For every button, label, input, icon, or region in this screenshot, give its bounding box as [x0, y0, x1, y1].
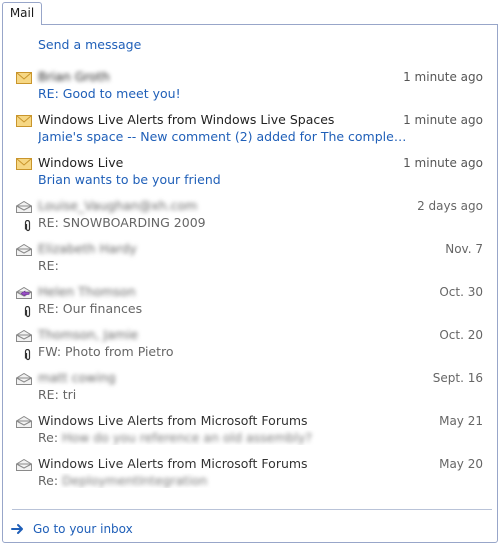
message-sender: Windows Live Alerts from Microsoft Forum… — [38, 456, 308, 471]
attachment-icon — [24, 306, 31, 318]
envelope-open-icon — [16, 459, 32, 471]
envelope-open-icon — [16, 416, 32, 428]
message-item[interactable]: matt cowing RE: tri Sept. 16 — [3, 370, 497, 410]
message-time: 1 minute ago — [403, 156, 483, 170]
message-sender: Windows Live — [38, 155, 124, 170]
message-item[interactable]: Thomson, Jamie FW: Photo from Pietro Oct… — [3, 327, 497, 367]
message-sender: Brian Groth — [38, 69, 110, 84]
message-sender: Windows Live Alerts from Windows Live Sp… — [38, 112, 335, 127]
message-time: May 21 — [439, 414, 483, 428]
message-sender: Elizabeth Hardy — [38, 241, 137, 256]
message-item[interactable]: Windows Live Alerts from Microsoft Forum… — [3, 413, 497, 453]
message-time: May 20 — [439, 457, 483, 471]
message-subject: RE: tri — [38, 387, 77, 402]
message-sender: matt cowing — [38, 370, 116, 385]
message-subject: RE: Our finances — [38, 301, 143, 316]
message-sender: Helen Thomson — [38, 284, 136, 299]
go-to-inbox-link[interactable]: Go to your inbox — [11, 521, 133, 537]
attachment-icon — [24, 349, 31, 361]
message-time: Sept. 16 — [432, 371, 483, 385]
envelope-open-icon — [16, 201, 32, 213]
message-sender: Louise_Vaughan@xh.com — [38, 198, 198, 213]
subject-rest: How do you reference an old assembly? — [62, 430, 312, 445]
message-item[interactable]: Louise_Vaughan@xh.com RE: SNOWBOARDING 2… — [3, 198, 497, 238]
envelope-open-icon — [16, 244, 32, 256]
message-item[interactable]: Windows Live Alerts from Windows Live Sp… — [3, 112, 497, 152]
message-subject: FW: Photo from Pietro — [38, 344, 174, 359]
message-time: Oct. 20 — [439, 328, 483, 342]
divider — [12, 509, 492, 510]
subject-rest: DeploymentIntegration — [62, 473, 208, 488]
envelope-open-icon — [16, 373, 32, 385]
mail-panel: Send a message Brian Groth RE: Good to m… — [2, 24, 498, 543]
message-subject: RE: — [38, 258, 59, 273]
message-subject: Brian wants to be your friend — [38, 172, 221, 187]
message-time: 2 days ago — [417, 199, 483, 213]
message-subject: RE: Good to meet you! — [38, 86, 181, 101]
message-time: 1 minute ago — [403, 113, 483, 127]
message-subject: Re: How do you reference an old assembly… — [38, 430, 408, 445]
go-to-inbox-label: Go to your inbox — [33, 522, 133, 536]
envelope-closed-icon — [16, 158, 32, 170]
tab-mail[interactable]: Mail — [2, 2, 42, 25]
message-time: 1 minute ago — [403, 70, 483, 84]
message-item[interactable]: Elizabeth Hardy RE: Nov. 7 — [3, 241, 497, 281]
arrow-right-icon — [11, 524, 23, 534]
message-time: Nov. 7 — [445, 242, 483, 256]
message-subject: Jamie's space -- New comment (2) added f… — [38, 129, 408, 144]
subject-prefix: Re: — [38, 473, 59, 488]
tab-bar: Mail — [0, 0, 500, 25]
message-sender: Windows Live Alerts from Microsoft Forum… — [38, 413, 308, 428]
message-time: Oct. 30 — [439, 285, 483, 299]
message-item[interactable]: Windows Live Brian wants to be your frie… — [3, 155, 497, 195]
subject-prefix: Re: — [38, 430, 59, 445]
attachment-icon — [24, 220, 31, 232]
envelope-closed-icon — [16, 115, 32, 127]
envelope-replied-icon — [16, 287, 32, 299]
message-item[interactable]: Windows Live Alerts from Microsoft Forum… — [3, 456, 497, 496]
message-subject: Re: DeploymentIntegration — [38, 473, 408, 488]
envelope-closed-icon — [16, 72, 32, 84]
message-subject: RE: SNOWBOARDING 2009 — [38, 215, 206, 230]
envelope-open-icon — [16, 330, 32, 342]
message-item[interactable]: Helen Thomson RE: Our finances Oct. 30 — [3, 284, 497, 324]
message-item[interactable]: Brian Groth RE: Good to meet you! 1 minu… — [3, 69, 497, 109]
message-sender: Thomson, Jamie — [38, 327, 139, 342]
send-message-link[interactable]: Send a message — [38, 37, 141, 52]
